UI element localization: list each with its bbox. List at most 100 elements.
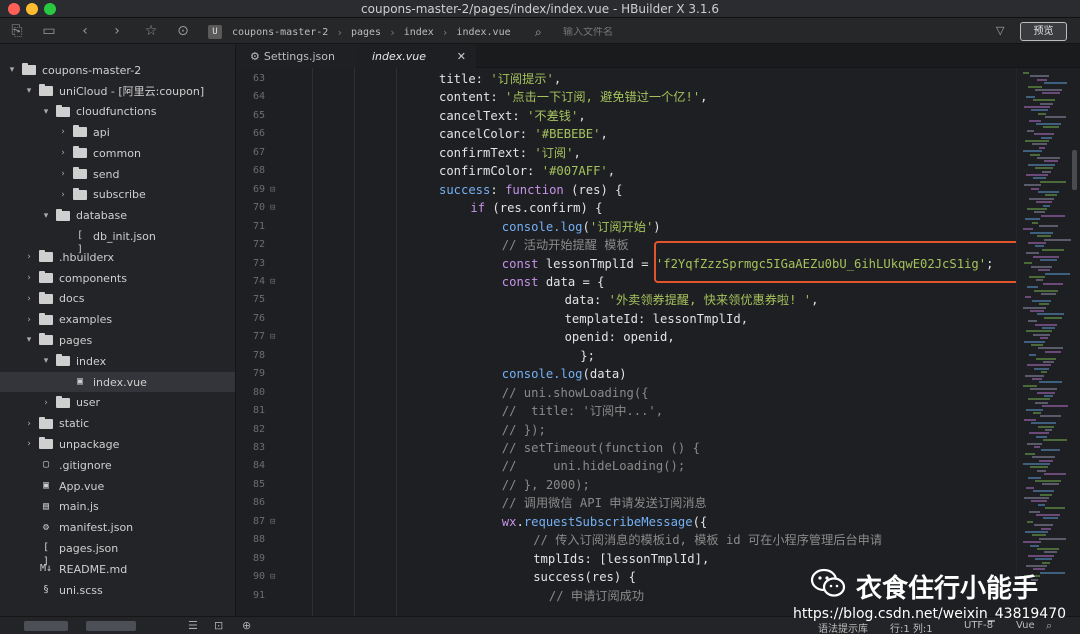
code-line[interactable]: 76 templateId: lessonTmplId,	[236, 310, 1016, 328]
chevron-right-icon[interactable]: ›	[23, 294, 35, 304]
chevron-down-icon[interactable]: ▾	[23, 335, 35, 345]
code-line[interactable]: 82 // });	[236, 421, 1016, 439]
star-icon[interactable]: ☆	[142, 22, 160, 40]
file-name-input[interactable]	[563, 26, 963, 38]
breadcrumb-item[interactable]: index	[404, 27, 434, 38]
tree-item[interactable]: ▤ main.js	[0, 497, 235, 517]
breadcrumb-item[interactable]: index.vue	[456, 27, 510, 38]
code-line[interactable]: 89 tmplIds: [lessonTmplId],	[236, 550, 1016, 568]
code-line[interactable]: 85 // }, 2000);	[236, 476, 1016, 494]
code-line[interactable]: 73 const lessonTmplId = 'f2YqfZzzSprmgc5I…	[236, 255, 1016, 273]
close-tab-icon[interactable]: ✕	[457, 50, 466, 63]
tree-item[interactable]: › examples	[0, 310, 235, 330]
code-line[interactable]: 63 title: '订阅提示',	[236, 70, 1016, 88]
code-line[interactable]: 87 ⊟ wx.requestSubscribeMessage({	[236, 513, 1016, 531]
tab-index-vue[interactable]: index.vue ✕	[358, 44, 476, 68]
tree-item[interactable]: ▾ cloudfunctions	[0, 102, 235, 122]
code-line[interactable]: 66 cancelColor: '#BEBEBE',	[236, 125, 1016, 143]
fold-toggle-icon[interactable]: ⊟	[270, 181, 275, 199]
code-line[interactable]: 72 // 活动开始提醒 模板	[236, 236, 1016, 254]
tree-item[interactable]: § uni.scss	[0, 580, 235, 600]
editor-scrollbar[interactable]	[1072, 150, 1077, 190]
code-line[interactable]: 81 // title: '订阅中...',	[236, 402, 1016, 420]
tree-item[interactable]: › components	[0, 268, 235, 288]
tree-item[interactable]: › subscribe	[0, 185, 235, 205]
code-line[interactable]: 64 content: '点击一下订阅, 避免错过一个亿!',	[236, 88, 1016, 106]
tree-item[interactable]: › send	[0, 164, 235, 184]
code-line[interactable]: 84 // uni.hideLoading();	[236, 457, 1016, 475]
breadcrumb-item[interactable]: pages	[351, 27, 381, 38]
code-line[interactable]: 69 ⊟ success: function (res) {	[236, 181, 1016, 199]
code-line[interactable]: 67 confirmText: '订阅',	[236, 144, 1016, 162]
code-line[interactable]: 88 // 传入订阅消息的模板id, 模板 id 可在小程序管理后台申请	[236, 531, 1016, 549]
code-line[interactable]: 65 cancelText: '不差钱',	[236, 107, 1016, 125]
tree-item[interactable]: ▣ App.vue	[0, 476, 235, 496]
translate-icon[interactable]: ⊕	[242, 619, 251, 632]
code-line[interactable]: 83 // setTimeout(function () {	[236, 439, 1016, 457]
code-line[interactable]: 71 console.log('订阅开始')	[236, 218, 1016, 236]
chevron-down-icon[interactable]: ▾	[40, 356, 52, 366]
code-line[interactable]: 70 ⊟ if (res.confirm) {	[236, 199, 1016, 217]
preview-button[interactable]: 预览	[1020, 22, 1067, 41]
minimap[interactable]	[1016, 68, 1080, 616]
code-line[interactable]: 79 console.log(data)	[236, 365, 1016, 383]
code-line[interactable]: 86 // 调用微信 API 申请发送订阅消息	[236, 494, 1016, 512]
chevron-down-icon[interactable]: ▾	[23, 86, 35, 96]
tree-item[interactable]: ▢ .gitignore	[0, 455, 235, 475]
tree-item[interactable]: › static	[0, 414, 235, 434]
tree-item[interactable]: ▾ coupons-master-2	[0, 60, 235, 80]
new-file-icon[interactable]: ⎘	[8, 22, 26, 40]
chevron-right-icon[interactable]: ›	[40, 398, 52, 408]
tree-item[interactable]: ⚙ manifest.json	[0, 518, 235, 538]
code-line[interactable]: 68 confirmColor: '#007AFF',	[236, 162, 1016, 180]
breadcrumb-item[interactable]: coupons-master-2	[232, 27, 328, 38]
syntax-hint-library[interactable]: 语法提示库	[818, 620, 868, 634]
tree-item[interactable]: › user	[0, 393, 235, 413]
chevron-down-icon[interactable]: ▾	[6, 65, 18, 75]
fold-toggle-icon[interactable]: ⊟	[270, 513, 275, 531]
chevron-right-icon[interactable]: ›	[57, 127, 69, 137]
tree-item[interactable]: [ ] pages.json	[0, 538, 235, 568]
list-icon[interactable]: ☰	[188, 619, 198, 632]
filter-icon[interactable]: ▽	[996, 24, 1004, 37]
fold-toggle-icon[interactable]: ⊟	[270, 328, 275, 346]
code-line[interactable]: 78};	[236, 347, 1016, 365]
tree-item[interactable]: ▾ database	[0, 206, 235, 226]
tree-item[interactable]: › .hbuilderx	[0, 247, 235, 267]
tree-item[interactable]: M↓ README.md	[0, 559, 235, 579]
chevron-right-icon[interactable]: ›	[23, 252, 35, 262]
fold-toggle-icon[interactable]: ⊟	[270, 273, 275, 291]
chevron-down-icon[interactable]: ▾	[40, 107, 52, 117]
tree-item[interactable]: ▣ index.vue	[0, 372, 235, 392]
cursor-position[interactable]: 行:1 列:1	[890, 620, 933, 634]
run-icon[interactable]: ⊙	[174, 22, 192, 40]
tree-item[interactable]: ▾ index	[0, 351, 235, 371]
tree-item[interactable]: ▾ uniCloud - [阿里云:coupon]	[0, 81, 235, 101]
tree-item[interactable]: › common	[0, 143, 235, 163]
save-icon[interactable]: ▭	[40, 22, 58, 40]
chevron-right-icon[interactable]: ›	[57, 148, 69, 158]
code-editor[interactable]: 63 title: '订阅提示', 64 content: '点击一下订阅, 避免错过…	[236, 68, 1016, 616]
fold-toggle-icon[interactable]: ⊟	[270, 568, 275, 586]
chevron-right-icon[interactable]: ›	[23, 439, 35, 449]
tree-item[interactable]: › unpackage	[0, 434, 235, 454]
code-line[interactable]: 74 ⊟ const data = {	[236, 273, 1016, 291]
fold-toggle-icon[interactable]: ⊟	[270, 199, 275, 217]
chevron-right-icon[interactable]: ›	[23, 273, 35, 283]
back-arrow-icon[interactable]: ‹	[76, 22, 94, 40]
forward-arrow-icon[interactable]: ›	[108, 22, 126, 40]
code-line[interactable]: 75 data: '外卖领券提醒, 快来领优惠券啦! ',	[236, 291, 1016, 309]
terminal-icon[interactable]: ⊡	[214, 619, 223, 632]
tree-item[interactable]: [ ] db_init.json	[0, 226, 235, 256]
chevron-right-icon[interactable]: ›	[23, 315, 35, 325]
chevron-down-icon[interactable]: ▾	[40, 211, 52, 221]
chevron-right-icon[interactable]: ›	[23, 419, 35, 429]
tree-item[interactable]: › docs	[0, 289, 235, 309]
chevron-right-icon[interactable]: ›	[57, 190, 69, 200]
tree-item[interactable]: ▾ pages	[0, 330, 235, 350]
chevron-right-icon[interactable]: ›	[57, 169, 69, 179]
tab-settings-json[interactable]: ⚙ Settings.json	[236, 44, 358, 68]
code-line[interactable]: 80 // uni.showLoading({	[236, 384, 1016, 402]
tree-item[interactable]: › api	[0, 122, 235, 142]
code-line[interactable]: 77 ⊟ openid: openid,	[236, 328, 1016, 346]
